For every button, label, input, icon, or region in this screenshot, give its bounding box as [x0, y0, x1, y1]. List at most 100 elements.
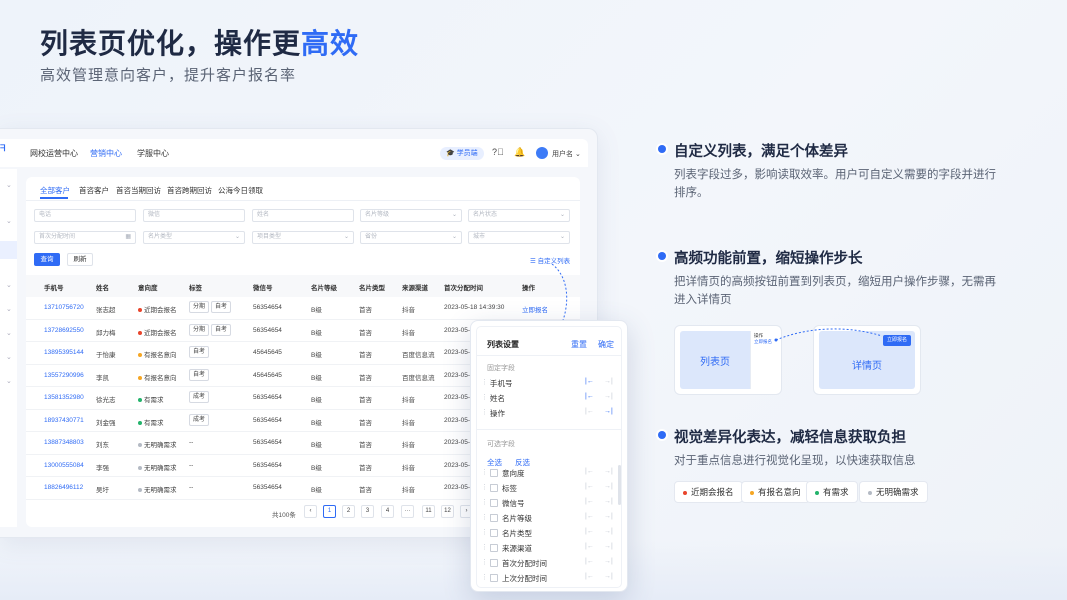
pin-right-icon[interactable]: →|	[604, 558, 613, 565]
help-icon[interactable]: ?⃝	[492, 147, 504, 157]
pin-right-icon[interactable]: →|	[604, 468, 613, 475]
name-filter-input[interactable]: 姓名	[252, 209, 354, 222]
field-item[interactable]: ⋮⋮ 微信号 |← →|	[481, 497, 619, 511]
field-item[interactable]: ⋮⋮ 名片等级 |← →|	[481, 512, 619, 526]
field-checkbox[interactable]	[490, 544, 498, 552]
field-item[interactable]: ⋮⋮ 手机号 |← →|	[481, 377, 619, 391]
time-cell: 2023-05-	[444, 394, 471, 401]
phone-link[interactable]: 13887348803	[44, 439, 84, 446]
pin-right-icon[interactable]: →|	[604, 513, 613, 520]
confirm-button[interactable]: 确定	[598, 339, 614, 350]
page-button[interactable]: 4	[381, 505, 394, 518]
field-checkbox[interactable]	[490, 529, 498, 537]
source-cell: 百度信息流	[402, 352, 435, 359]
fixed-fields-label: 固定字段	[487, 365, 515, 372]
chevron-down-icon[interactable]: ⌄	[6, 305, 12, 313]
phone-link[interactable]: 18826496112	[44, 484, 83, 491]
pin-right-icon[interactable]: →|	[604, 483, 613, 490]
tab-cross-revisit[interactable]: 首咨跨期回访	[167, 185, 212, 196]
phone-filter-input[interactable]: 电话	[34, 209, 136, 222]
field-checkbox[interactable]	[490, 514, 498, 522]
tab-first-consult[interactable]: 首咨客户	[79, 185, 109, 196]
pin-right-icon[interactable]: →|	[604, 528, 613, 535]
phone-link[interactable]: 13557290996	[44, 372, 84, 379]
chevron-down-icon[interactable]: ⌄	[6, 181, 12, 189]
chevron-down-icon[interactable]: ⌄	[6, 353, 12, 361]
nav-item-marketing[interactable]: 营销中心	[90, 148, 122, 159]
page-button[interactable]: 11	[422, 505, 435, 518]
field-item[interactable]: ⋮⋮ 意向度 |← →|	[481, 467, 619, 481]
phone-link[interactable]: 13728692550	[44, 327, 84, 334]
field-item[interactable]: ⋮⋮ 操作 |← →|	[481, 407, 619, 421]
pin-left-icon[interactable]: |←	[585, 483, 594, 490]
phone-link[interactable]: 13895395144	[44, 349, 84, 356]
enroll-now-link[interactable]: 立即报名	[522, 304, 548, 314]
field-label: 操作	[490, 409, 505, 418]
page-button[interactable]: 3	[361, 505, 374, 518]
tab-current-revisit[interactable]: 首咨当期回访	[116, 185, 161, 196]
phone-link[interactable]: 13000555084	[44, 462, 84, 469]
tab-sea-today[interactable]: 公海今日领取	[218, 185, 263, 196]
field-checkbox[interactable]	[490, 469, 498, 477]
chevron-down-icon[interactable]: ⌄	[6, 377, 12, 385]
chevron-down-icon[interactable]: ⌄	[6, 281, 12, 289]
prev-page-button[interactable]: ‹	[304, 505, 317, 518]
phone-link[interactable]: 13710756720	[44, 304, 84, 311]
pin-left-icon[interactable]: |←	[585, 513, 594, 520]
page-button[interactable]: ···	[401, 505, 414, 518]
pin-left-icon[interactable]: |←	[585, 573, 594, 580]
username-menu[interactable]: 用户名 ⌄	[552, 149, 581, 159]
refresh-button[interactable]: 刷新	[67, 253, 93, 266]
avatar[interactable]	[536, 147, 548, 159]
pin-right-icon[interactable]: →|	[604, 573, 613, 580]
chevron-down-icon[interactable]: ⌄	[6, 329, 12, 337]
province-select[interactable]: 省份 ⌄	[360, 231, 462, 244]
city-select[interactable]: 城市 ⌄	[468, 231, 570, 244]
card-status-select[interactable]: 名片状态 ⌄	[468, 209, 570, 222]
bell-icon[interactable]: 🔔	[514, 147, 525, 158]
pin-right-icon[interactable]: →|	[604, 378, 613, 385]
chevron-down-icon[interactable]: ⌄	[6, 217, 12, 225]
nav-item-ops[interactable]: 网校运营中心	[30, 148, 78, 159]
pin-right-icon[interactable]: →|	[604, 408, 613, 415]
first-assign-date-picker[interactable]: 首次分配时间 ▦	[34, 231, 136, 244]
field-item[interactable]: ⋮⋮ 标签 |← →|	[481, 482, 619, 496]
pin-left-icon[interactable]: |←	[585, 543, 594, 550]
pin-right-icon[interactable]: →|	[604, 393, 613, 400]
sidebar-selected-item[interactable]	[0, 241, 17, 259]
pin-left-icon[interactable]: |←	[585, 498, 594, 505]
time-cell: 2023-05-18 14:39:30	[444, 304, 505, 311]
pin-left-icon[interactable]: |←	[585, 393, 594, 400]
card-level-select[interactable]: 名片等级 ⌄	[360, 209, 462, 222]
student-portal-button[interactable]: 🎓 学员端	[440, 147, 484, 160]
query-button[interactable]: 查询	[34, 253, 60, 266]
phone-link[interactable]: 13581352980	[44, 394, 84, 401]
project-type-select[interactable]: 项目类型 ⌄	[252, 231, 354, 244]
phone-link[interactable]: 18937430771	[44, 417, 84, 424]
field-item[interactable]: ⋮⋮ 上次分配时间 |← →|	[481, 572, 619, 586]
field-checkbox[interactable]	[490, 484, 498, 492]
pin-left-icon[interactable]: |←	[585, 378, 594, 385]
page-button[interactable]: 2	[342, 505, 355, 518]
pin-right-icon[interactable]: →|	[604, 543, 613, 550]
field-item[interactable]: ⋮⋮ 名片类型 |← →|	[481, 527, 619, 541]
page-button[interactable]: 1	[323, 505, 336, 518]
pin-left-icon[interactable]: |←	[585, 558, 594, 565]
field-item[interactable]: ⋮⋮ 姓名 |← →|	[481, 392, 619, 406]
pin-left-icon[interactable]: |←	[585, 408, 594, 415]
wechat-filter-input[interactable]: 微信	[143, 209, 245, 222]
pin-right-icon[interactable]: →|	[604, 498, 613, 505]
tab-all-customers[interactable]: 全部客户	[40, 185, 70, 196]
reset-button[interactable]: 重置	[571, 339, 587, 350]
card-type-select[interactable]: 名片类型 ⌄	[143, 231, 245, 244]
pin-left-icon[interactable]: |←	[585, 528, 594, 535]
nav-item-student-service[interactable]: 学服中心	[137, 148, 169, 159]
field-item[interactable]: ⋮⋮ 首次分配时间 |← →|	[481, 557, 619, 571]
field-checkbox[interactable]	[490, 499, 498, 507]
pin-left-icon[interactable]: |←	[585, 468, 594, 475]
field-checkbox[interactable]	[490, 574, 498, 582]
field-item[interactable]: ⋮⋮ 来源渠道 |← →|	[481, 542, 619, 556]
sidebar: ⌄ ⌄ ⌄ ⌄ ⌄ ⌄ ⌄	[0, 169, 17, 527]
field-checkbox[interactable]	[490, 559, 498, 567]
page-button[interactable]: 12	[441, 505, 454, 518]
